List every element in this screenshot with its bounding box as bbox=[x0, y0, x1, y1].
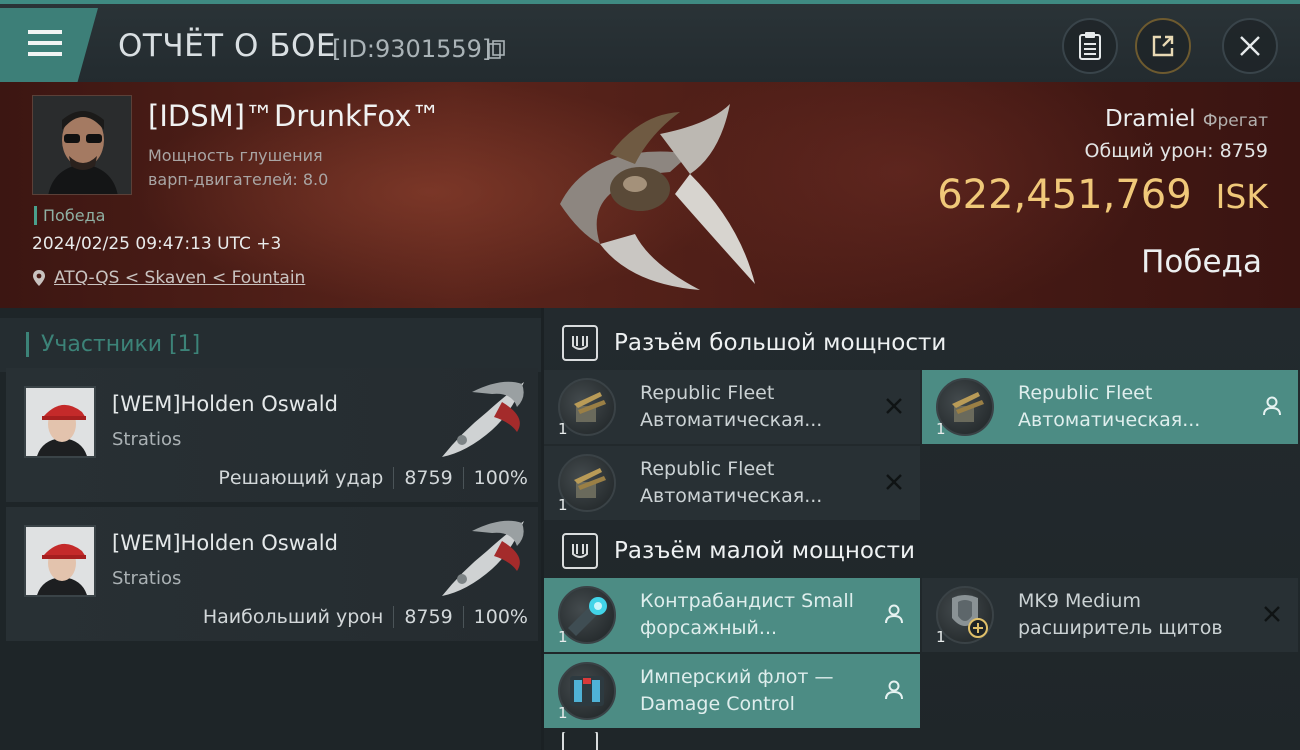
victim-avatar[interactable] bbox=[32, 95, 132, 195]
menu-button[interactable] bbox=[0, 8, 98, 86]
location-pin-icon bbox=[33, 270, 45, 286]
close-icon bbox=[886, 474, 902, 490]
user-icon bbox=[1263, 396, 1281, 416]
slot-section-icon bbox=[562, 732, 598, 750]
module-quantity: 1 bbox=[936, 628, 946, 646]
victim-pilot-name[interactable]: [IDSM]™DrunkFox™ bbox=[148, 99, 440, 133]
module-quantity: 1 bbox=[558, 704, 568, 722]
victim-ship[interactable]: Dramiel Фрегат bbox=[1105, 106, 1268, 132]
module-slot[interactable]: 1 Republic Fleet Автоматическая... bbox=[544, 446, 920, 520]
participant-damage: 8759 bbox=[404, 606, 453, 628]
participant-name[interactable]: [WEM]Holden Oswald bbox=[112, 392, 338, 416]
divider bbox=[393, 606, 395, 628]
participants-title: Участники [1] bbox=[26, 332, 200, 357]
location-link[interactable]: ATQ-QS < Skaven < Fountain bbox=[54, 268, 305, 288]
participants-header: Участники [1] bbox=[0, 318, 541, 372]
module-slot[interactable]: 1 Republic Fleet Автоматическая... bbox=[922, 370, 1298, 444]
divider bbox=[462, 467, 464, 489]
module-slot[interactable]: 1 Republic Fleet Автоматическая... bbox=[544, 370, 920, 444]
module-quantity: 1 bbox=[558, 420, 568, 438]
participant-percent: 100% bbox=[473, 467, 528, 489]
isk-unit: ISK bbox=[1215, 177, 1268, 216]
participant-ship: Stratios bbox=[112, 568, 182, 589]
close-icon bbox=[1264, 606, 1280, 622]
clipboard-button[interactable] bbox=[1062, 18, 1118, 74]
participant-name[interactable]: [WEM]Holden Oswald bbox=[112, 531, 338, 555]
participant-damage: 8759 bbox=[404, 467, 453, 489]
total-damage-value: 8759 bbox=[1219, 140, 1268, 162]
kill-location[interactable]: ATQ-QS < Skaven < Fountain bbox=[32, 268, 305, 288]
module-slot[interactable]: 1 Имперский флот — Damage Control bbox=[544, 654, 920, 728]
module-quantity: 1 bbox=[936, 420, 946, 438]
module-name: Имперский флот — Damage Control bbox=[640, 666, 834, 715]
kill-timestamp: 2024/02/25 09:47:13 UTC +3 bbox=[32, 234, 282, 254]
module-name: MK9 Medium расширитель щитов bbox=[1018, 590, 1223, 639]
module-name: Republic Fleet Автоматическая... bbox=[1018, 382, 1201, 431]
participant-ship-image[interactable] bbox=[432, 372, 532, 462]
participant-stats: Решающий удар 8759 100% bbox=[218, 467, 528, 489]
victim-ship-image[interactable] bbox=[540, 94, 770, 294]
total-damage: Общий урон: 8759 bbox=[1085, 140, 1268, 162]
slot-section-icon bbox=[562, 325, 598, 361]
participant-ship-image[interactable] bbox=[432, 511, 532, 601]
participant-avatar[interactable] bbox=[24, 525, 96, 597]
participant-card[interactable]: [WEM]Holden Oswald Stratios Решающий уда… bbox=[6, 368, 538, 502]
module-name: Republic Fleet Автоматическая... bbox=[640, 458, 823, 507]
close-icon bbox=[886, 398, 902, 414]
top-bar: ОТЧЁТ О БОЕ [ID:9301559] bbox=[0, 0, 1300, 86]
divider bbox=[393, 467, 395, 489]
clipboard-icon bbox=[1079, 32, 1101, 60]
participant-ship: Stratios bbox=[112, 429, 182, 450]
participant-stats: Наибольший урон 8759 100% bbox=[203, 606, 528, 628]
participant-role: Решающий удар bbox=[218, 467, 384, 489]
participants-panel: Участники [1] [WEM]Holden Oswald Stratio… bbox=[0, 308, 541, 750]
copy-icon[interactable] bbox=[488, 40, 505, 60]
module-quantity: 1 bbox=[558, 496, 568, 514]
low-slots-title: Разъём малой мощности bbox=[614, 538, 915, 564]
user-icon bbox=[885, 604, 903, 624]
share-button[interactable] bbox=[1135, 18, 1191, 74]
divider bbox=[462, 606, 464, 628]
close-icon bbox=[1240, 36, 1260, 56]
participant-avatar[interactable] bbox=[24, 386, 96, 458]
kill-summary: [IDSM]™DrunkFox™ Мощность глушения варп-… bbox=[0, 82, 1300, 308]
module-slot[interactable]: 1 MK9 Medium расширитель щитов bbox=[922, 578, 1298, 652]
module-name: Republic Fleet Автоматическая... bbox=[640, 382, 823, 431]
participant-percent: 100% bbox=[473, 606, 528, 628]
user-icon bbox=[885, 680, 903, 700]
ship-name: Dramiel bbox=[1104, 106, 1196, 132]
report-id: [ID:9301559] bbox=[332, 35, 492, 63]
fitting-panel: Разъём большой мощности 1 Republic Fleet… bbox=[544, 308, 1300, 750]
slot-section-icon bbox=[562, 533, 598, 569]
isk-amount: 622,451,769 bbox=[937, 172, 1192, 218]
close-button[interactable] bbox=[1222, 18, 1278, 74]
total-damage-label: Общий урон: bbox=[1084, 140, 1214, 162]
result-label: Победа bbox=[1141, 244, 1262, 280]
high-slots-title: Разъём большой мощности bbox=[614, 330, 947, 356]
result-badge: Победа bbox=[34, 206, 105, 225]
share-icon bbox=[1152, 35, 1174, 57]
module-quantity: 1 bbox=[558, 628, 568, 646]
module-slot[interactable]: 1 Контрабандист Small форсажный... bbox=[544, 578, 920, 652]
participant-role: Наибольший урон bbox=[202, 606, 384, 628]
high-slots-header: Разъём большой мощности bbox=[544, 316, 1300, 370]
isk-value: 622,451,769 ISK bbox=[937, 172, 1268, 218]
next-section-header bbox=[544, 732, 1300, 750]
ship-class: Фрегат bbox=[1202, 111, 1268, 131]
warp-disruption-label: Мощность глушения варп-двигателей: 8.0 bbox=[148, 146, 329, 189]
low-slots-header: Разъём малой мощности bbox=[544, 524, 1300, 578]
participant-card[interactable]: [WEM]Holden Oswald Stratios Наибольший у… bbox=[6, 507, 538, 641]
module-name: Контрабандист Small форсажный... bbox=[640, 590, 854, 639]
page-title: ОТЧЁТ О БОЕ bbox=[118, 28, 336, 64]
